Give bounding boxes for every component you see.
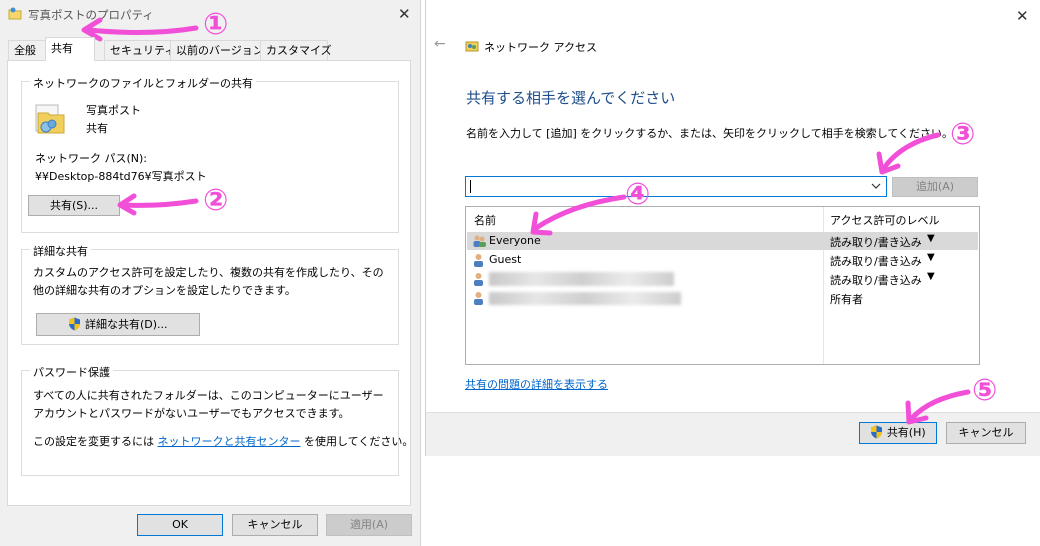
row-name: Everyone	[489, 234, 541, 247]
advanced-share-button[interactable]: 詳細な共有(D)...	[36, 313, 200, 336]
password-description: すべての人に共有されたフォルダーは、このコンピューターにユーザー アカウントとパ…	[33, 389, 384, 420]
advanced-description: カスタムのアクセス許可を設定したり、複数の共有を作成したり、その他の詳細な共有の…	[33, 266, 384, 297]
annotation-number-4: ④	[625, 177, 651, 212]
change-setting-text: この設定を変更するには ネットワークと共有センター を使用してください。	[33, 433, 413, 449]
annotation-number-2: ②	[203, 183, 229, 218]
redacted-user-name	[489, 292, 681, 305]
list-item[interactable]: 読み取り/書き込み ▼	[467, 270, 978, 288]
password-protection-group	[21, 370, 399, 476]
group-label: ネットワークのファイルとフォルダーの共有	[30, 75, 256, 91]
row-permission: 所有者	[830, 293, 863, 306]
cancel-button[interactable]: キャンセル	[946, 422, 1026, 444]
share-button[interactable]: 共有(S)...	[28, 195, 120, 216]
uac-shield-icon	[69, 317, 81, 331]
window-title: 写真ポストのプロパティ	[28, 8, 154, 22]
sharing-help-link[interactable]: 共有の問題の詳細を表示する	[465, 376, 608, 392]
close-icon[interactable]: ✕	[398, 7, 411, 22]
apply-button[interactable]: 適用(A)	[326, 514, 412, 536]
network-path-label: ネットワーク パス(N):	[35, 152, 148, 165]
annotation-number-3: ③	[950, 117, 976, 152]
uac-shield-icon	[871, 425, 883, 439]
group-label: パスワード保護	[30, 364, 113, 380]
back-arrow-icon[interactable]: ←	[434, 36, 446, 52]
group-label: 詳細な共有	[30, 243, 91, 259]
close-icon[interactable]: ✕	[1016, 9, 1029, 24]
chevron-down-icon[interactable]	[871, 183, 881, 190]
cancel-button[interactable]: キャンセル	[232, 514, 318, 536]
caret-down-icon[interactable]: ▼	[927, 252, 935, 263]
ok-button[interactable]: OK	[137, 514, 223, 536]
dialog-title: ネットワーク アクセス	[484, 41, 597, 54]
dialog-heading: 共有する相手を選んでください	[466, 89, 676, 107]
user-icon	[474, 273, 483, 286]
tab-general[interactable]: 全般	[8, 40, 49, 60]
tab-security[interactable]: セキュリティ	[104, 40, 175, 60]
network-path-value: ¥¥Desktop-884td76¥写真ポスト	[35, 170, 207, 183]
list-item[interactable]: Guest 読み取り/書き込み ▼	[467, 251, 978, 269]
caret-down-icon[interactable]: ▼	[927, 233, 935, 244]
folder-share-icon	[8, 7, 22, 20]
group-users-icon	[473, 235, 486, 247]
instruction-text: 名前を入力して [追加] をクリックするか、または、矢印をクリックして相手を検索…	[466, 127, 954, 140]
shared-folder-icon	[35, 104, 65, 134]
annotation-number-1: ①	[203, 7, 229, 42]
advanced-share-button-label: 詳細な共有(D)...	[84, 318, 168, 331]
row-name: Guest	[489, 253, 522, 266]
user-icon	[474, 292, 483, 305]
text-caret	[470, 180, 471, 193]
share-status: 共有	[86, 122, 108, 135]
share-confirm-button[interactable]: 共有(H)	[859, 422, 937, 444]
row-permission: 読み取り/書き込み	[830, 255, 922, 268]
folder-name: 写真ポスト	[86, 104, 141, 117]
redacted-user-name	[489, 272, 674, 286]
row-permission: 読み取り/書き込み	[830, 236, 922, 249]
column-header-name[interactable]: 名前	[474, 212, 496, 228]
list-item[interactable]: 所有者	[467, 289, 978, 307]
network-users-icon	[465, 41, 479, 52]
permissions-listview: 名前 アクセス許可のレベル Everyone 読み取り/書き込み ▼ Guest…	[465, 206, 980, 365]
user-icon	[474, 254, 483, 267]
change-suffix: を使用してください。	[304, 435, 414, 448]
dialog-footer: 共有(H) キャンセル	[426, 412, 1040, 456]
caret-down-icon[interactable]: ▼	[927, 271, 935, 282]
network-access-dialog: ✕ ← ネットワーク アクセス 共有する相手を選んでください 名前を入力して […	[425, 0, 1040, 456]
annotation-number-5: ⑤	[972, 373, 998, 408]
tab-customize[interactable]: カスタマイズ	[260, 40, 332, 60]
add-button[interactable]: 追加(A)	[892, 177, 978, 197]
change-prefix: この設定を変更するには	[33, 435, 154, 448]
list-item[interactable]: Everyone 読み取り/書き込み ▼	[467, 232, 978, 250]
network-sharing-center-link[interactable]: ネットワークと共有センター	[158, 435, 301, 448]
user-name-combobox[interactable]	[465, 176, 887, 197]
tab-previous-versions[interactable]: 以前のバージョン	[170, 40, 264, 60]
share-confirm-label: 共有(H)	[886, 426, 926, 439]
properties-dialog: 写真ポストのプロパティ ✕ 全般 共有 セキュリティ 以前のバージョン カスタマ…	[0, 0, 421, 546]
sharing-tab-panel: ネットワークのファイルとフォルダーの共有 写真ポスト 共有 ネットワーク パス(…	[7, 60, 413, 506]
tab-sharing[interactable]: 共有	[45, 37, 95, 61]
column-header-permission[interactable]: アクセス許可のレベル	[830, 212, 939, 228]
row-permission: 読み取り/書き込み	[830, 274, 922, 287]
